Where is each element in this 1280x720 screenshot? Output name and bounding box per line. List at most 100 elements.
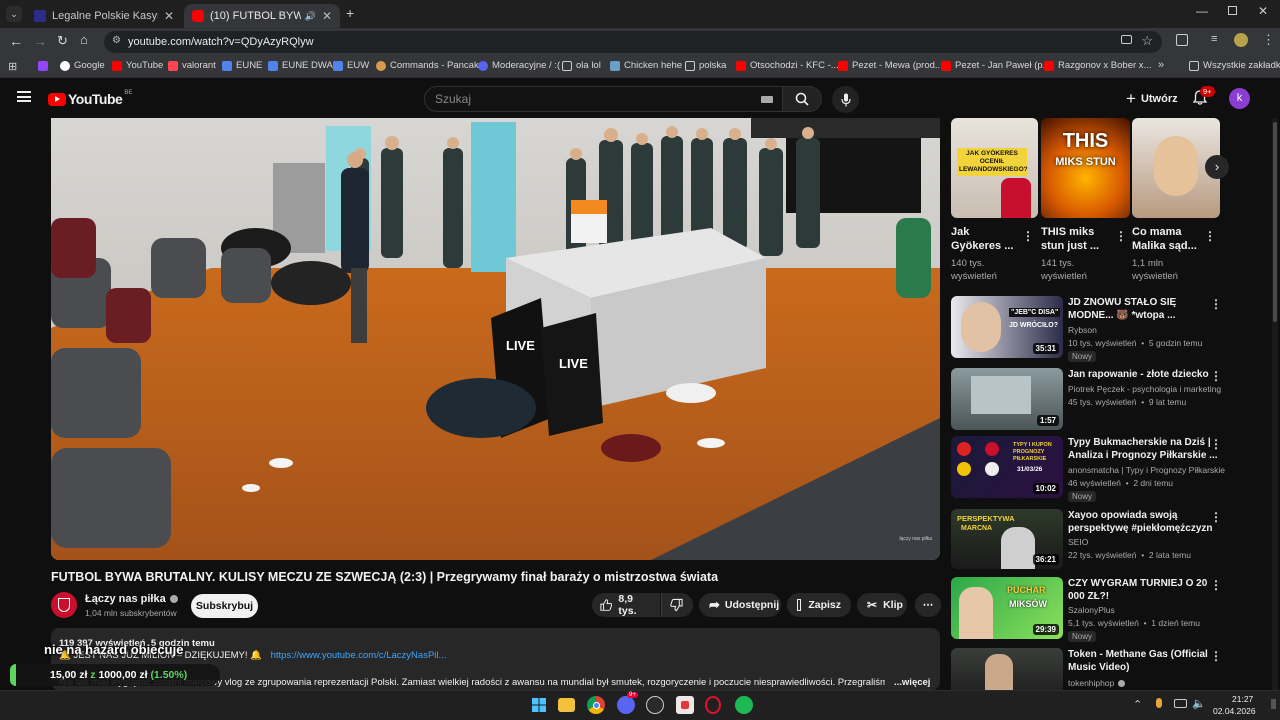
close-icon[interactable]: ✕	[322, 9, 332, 23]
network-icon[interactable]	[1174, 699, 1187, 708]
bookmark-twitch-icon[interactable]	[38, 61, 48, 71]
youtube-logo[interactable]: YouTube BE	[48, 90, 132, 107]
spotify-icon[interactable]	[735, 696, 753, 714]
chrome-icon[interactable]	[587, 696, 605, 714]
microphone-tray-icon[interactable]	[1156, 698, 1162, 708]
video-menu-icon[interactable]: ⋮	[1210, 437, 1222, 451]
minimize-icon[interactable]: —	[1196, 4, 1208, 18]
speaker-icon[interactable]: 🔊	[305, 11, 316, 22]
shorts-next-button[interactable]: ›	[1205, 155, 1229, 179]
short-menu-icon[interactable]: ⋮	[1204, 229, 1216, 243]
short-title-3[interactable]: Co mama Malika sąd...	[1132, 225, 1197, 253]
clock-date[interactable]: 02.04.2026	[1213, 706, 1256, 716]
bookmark-pancake[interactable]: Commands - Pancake	[376, 60, 484, 71]
close-window-icon[interactable]: ✕	[1258, 4, 1268, 18]
recommended-title[interactable]: Token - Methane Gas (Official Music Video…	[1068, 648, 1208, 674]
subscribe-button[interactable]: Subskrybuj	[191, 594, 258, 618]
show-more-link[interactable]: ...więcej	[894, 677, 930, 688]
windows-start-icon[interactable]	[530, 696, 548, 714]
short-thumbnail-1[interactable]: JAK GYÖKERES OCENIŁ LEWANDOWSKIEGO?	[951, 118, 1038, 218]
clip-button[interactable]: ✂ Klip	[857, 593, 907, 617]
channel-name[interactable]: Łączy nas piłka	[85, 593, 178, 605]
site-info-icon[interactable]: ⚙	[112, 35, 121, 46]
bookmark-euw[interactable]: EUW	[333, 60, 369, 71]
bookmark-star-icon[interactable]: ☆	[1141, 33, 1153, 49]
video-menu-icon[interactable]: ⋮	[1210, 578, 1222, 592]
recommended-thumbnail[interactable]: 1:57	[951, 368, 1063, 430]
voice-search-button[interactable]	[832, 86, 859, 113]
search-button[interactable]	[782, 86, 822, 112]
recommended-channel[interactable]: Rybson	[1068, 325, 1097, 335]
recommended-channel[interactable]: Piotrek Pęczek - psychologia i marketing	[1068, 384, 1221, 394]
bookmark-eune[interactable]: EUNE	[222, 60, 262, 71]
search-input[interactable]: Szukaj	[424, 86, 784, 112]
bookmark-pezet-mewa[interactable]: Pezet - Mewa (prod....	[838, 60, 945, 71]
bookmark-eune-dwa[interactable]: EUNE DWA	[268, 60, 333, 71]
channel-link[interactable]: https://www.youtube.com/c/LaczyNasPil...	[271, 650, 447, 661]
recommended-thumbnail[interactable]: "JEB"C DISA" JD WRÓCIŁO? 35:31	[951, 296, 1063, 358]
browser-tab-youtube[interactable]: (10) FUTBOL BYWA BRUTAL 🔊 ✕	[184, 4, 340, 28]
short-menu-icon[interactable]: ⋮	[1022, 229, 1034, 243]
restore-icon[interactable]	[1228, 6, 1237, 15]
bookmark-pezet-jan[interactable]: Pezet - Jan Paweł (p...	[941, 60, 1051, 71]
cast-icon[interactable]	[1121, 35, 1132, 44]
video-menu-icon[interactable]: ⋮	[1210, 510, 1222, 524]
dislike-button[interactable]	[661, 593, 693, 617]
recommended-thumbnail[interactable]: PERSPEKTYWA MARCNA 36:21	[951, 509, 1063, 569]
recommended-channel[interactable]: SzalonyPlus	[1068, 605, 1115, 615]
short-thumbnail-2[interactable]: THIS MIKS STUN	[1041, 118, 1130, 218]
recommended-title[interactable]: Xayoo opowiada swoją perspektywę #piekłom…	[1068, 509, 1213, 535]
notifications-bell-icon[interactable]: 9+	[1192, 86, 1215, 105]
home-icon[interactable]: ⌂	[80, 32, 88, 47]
game-app-icon[interactable]	[676, 696, 694, 714]
create-button[interactable]: + Utwórz	[1116, 86, 1188, 112]
all-bookmarks-folder[interactable]: Wszystkie zakładki	[1189, 60, 1280, 71]
bookmark-moderacyjne[interactable]: Moderacyjne / :(	[478, 60, 560, 71]
short-title-2[interactable]: THIS miks stun just ...	[1041, 225, 1099, 253]
steam-like-app-icon[interactable]	[646, 696, 664, 714]
close-icon[interactable]: ✕	[164, 9, 174, 23]
bookmark-google[interactable]: Google	[60, 60, 105, 71]
bookmark-razgonov[interactable]: Razgonov x Bober x...	[1044, 60, 1151, 71]
video-menu-icon[interactable]: ⋮	[1210, 649, 1222, 663]
chrome-menu-icon[interactable]: ⋮	[1262, 32, 1275, 48]
video-menu-icon[interactable]: ⋮	[1210, 369, 1222, 383]
recommended-thumbnail[interactable]	[951, 648, 1063, 690]
address-bar[interactable]: ⚙ youtube.com/watch?v=QDyAzyRQlyw ☆	[104, 31, 1162, 53]
clock-time[interactable]: 21:27	[1232, 694, 1253, 704]
video-menu-icon[interactable]: ⋮	[1210, 297, 1222, 311]
recommended-title[interactable]: Jan rapowanie - złote dziecko	[1068, 368, 1209, 381]
more-actions-button[interactable]: ⋯	[915, 593, 941, 617]
media-control-icon[interactable]: ≡	[1211, 33, 1217, 45]
recommended-thumbnail[interactable]: TYPY I KUPON PROGNOZY PIŁKARSKIE 31/03/2…	[951, 436, 1063, 498]
like-button[interactable]: 8,9 tys.	[592, 593, 660, 617]
save-button[interactable]: Zapisz	[787, 593, 851, 617]
bookmark-chicken[interactable]: Chicken hehe	[610, 60, 682, 71]
recommended-title[interactable]: CZY WYGRAM TURNIEJ O 20 000 ZŁ?!	[1068, 577, 1207, 603]
browser-tab-casino[interactable]: Legalne Polskie Kasyno Internet ✕	[26, 4, 182, 28]
short-title-1[interactable]: Jak Gyökeres ...	[951, 225, 1013, 253]
notification-center-icon[interactable]	[1271, 699, 1276, 709]
recommended-channel[interactable]: anonsmatcha | Typy i Prognozy Piłkarskie	[1068, 465, 1225, 475]
recommended-title[interactable]: JD ZNOWU STAŁO SIĘ MODNE... 🐻 *wtopa ...	[1068, 296, 1176, 322]
bookmark-valorant[interactable]: valorant	[168, 60, 216, 71]
discord-icon[interactable]: 9+	[617, 692, 638, 714]
short-menu-icon[interactable]: ⋮	[1115, 229, 1127, 243]
more-bookmarks-icon[interactable]: »	[1158, 59, 1164, 71]
new-tab-icon[interactable]: +	[346, 5, 354, 21]
tab-search-icon[interactable]: ⌄	[6, 6, 22, 22]
volume-icon[interactable]: 🔈	[1192, 697, 1206, 710]
forward-icon[interactable]: →	[33, 33, 47, 49]
back-icon[interactable]: ←	[9, 33, 23, 49]
scrollbar-thumb[interactable]	[1273, 122, 1277, 322]
recommended-thumbnail[interactable]: PUCHAR MIKSÓW 29:39	[951, 577, 1063, 639]
bookmark-folder-ola[interactable]: ola lol	[562, 60, 601, 71]
recommended-title[interactable]: Typy Bukmacherskie na Dziś | Analiza i Pr…	[1068, 436, 1218, 462]
hamburger-menu-icon[interactable]	[17, 91, 31, 102]
apps-icon[interactable]: ⊞	[8, 60, 17, 73]
channel-avatar[interactable]	[51, 592, 77, 618]
avatar[interactable]: k	[1229, 88, 1250, 109]
bookmark-youtube[interactable]: YouTube	[112, 60, 163, 71]
recommended-channel[interactable]: tokenhiphop	[1068, 678, 1126, 688]
profile-icon[interactable]	[1234, 33, 1248, 47]
